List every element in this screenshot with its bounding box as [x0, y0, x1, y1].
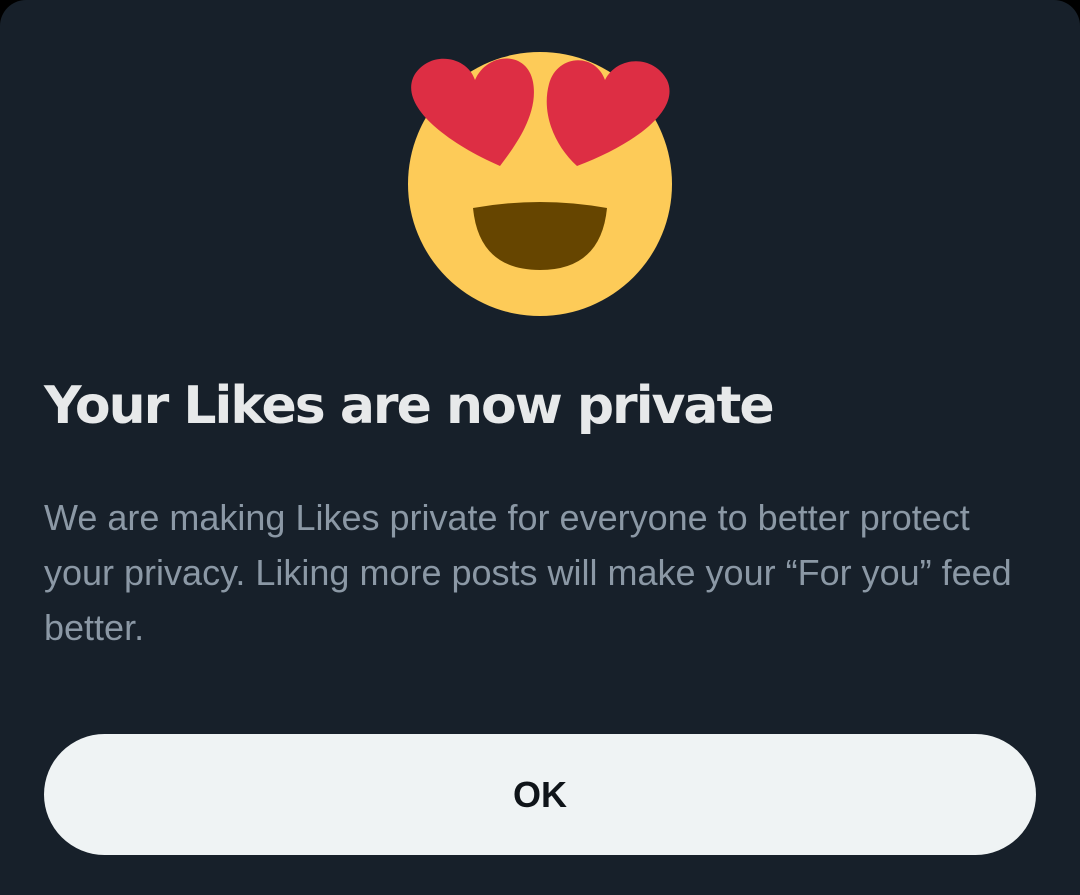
heart-eyes-emoji-icon	[408, 52, 672, 316]
ok-button[interactable]: OK	[44, 734, 1036, 855]
dialog-description: We are making Likes private for everyone…	[44, 497, 1012, 648]
likes-private-dialog: Your Likes are now private We are making…	[0, 0, 1080, 895]
dialog-title: Your Likes are now private	[44, 376, 775, 436]
